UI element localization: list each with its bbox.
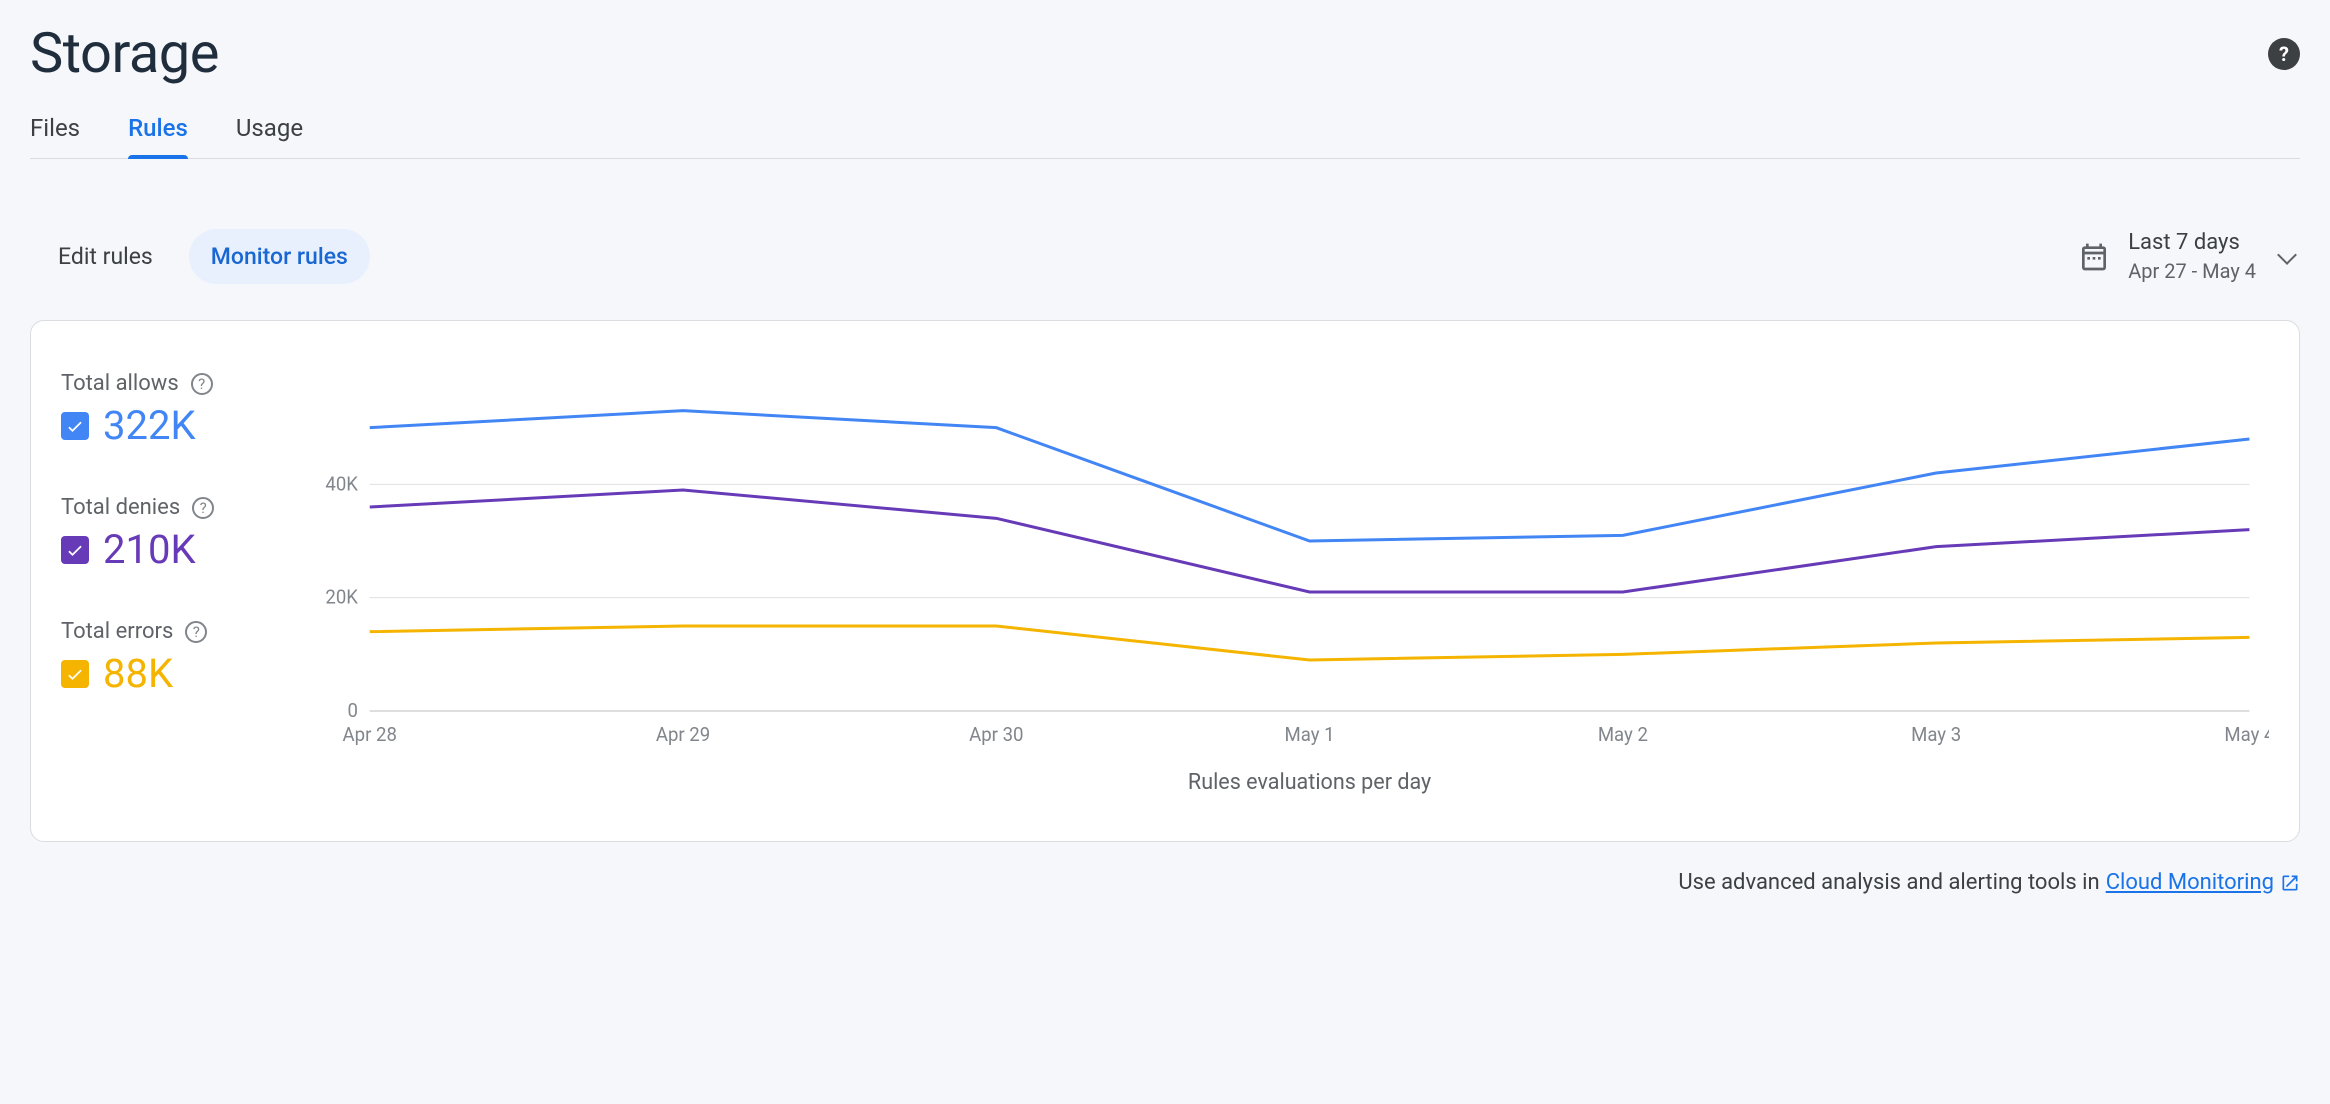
page-title: Storage	[30, 20, 219, 86]
subtab-monitor-rules[interactable]: Monitor rules	[189, 229, 370, 284]
legend-label-errors: Total errors	[61, 619, 173, 644]
svg-text:Apr 28: Apr 28	[343, 724, 397, 746]
legend-label-allows: Total allows	[61, 371, 179, 396]
tab-files[interactable]: Files	[30, 114, 80, 158]
chart-card: Total allows ? 322K Total denies ?	[30, 320, 2300, 842]
cloud-monitoring-link[interactable]: Cloud Monitoring	[2106, 870, 2300, 895]
tab-rules[interactable]: Rules	[128, 114, 188, 158]
check-icon	[65, 416, 85, 436]
svg-text:May 3: May 3	[1911, 724, 1961, 746]
legend-item-denies: Total denies ? 210K	[61, 495, 311, 573]
date-range-picker[interactable]: Last 7 days Apr 27 - May 4	[2078, 229, 2294, 284]
svg-text:20K: 20K	[325, 586, 358, 608]
external-link-icon	[2280, 873, 2300, 893]
subtab-edit-rules[interactable]: Edit rules	[36, 229, 175, 284]
svg-text:May 2: May 2	[1598, 724, 1648, 746]
legend-value-allows: 322K	[103, 402, 196, 449]
svg-text:Apr 30: Apr 30	[969, 724, 1023, 746]
svg-text:May 4: May 4	[2224, 724, 2269, 746]
legend-item-allows: Total allows ? 322K	[61, 371, 311, 449]
legend-toggle-allows[interactable]	[61, 412, 89, 440]
tab-usage[interactable]: Usage	[236, 114, 303, 158]
rules-subtabs: Edit rules Monitor rules	[36, 229, 370, 284]
legend-item-errors: Total errors ? 88K	[61, 619, 311, 697]
calendar-icon	[2078, 241, 2110, 273]
check-icon	[65, 540, 85, 560]
footer-note: Use advanced analysis and alerting tools…	[30, 870, 2300, 895]
help-icon[interactable]: ?	[191, 373, 213, 395]
help-icon[interactable]: ?	[192, 497, 214, 519]
legend-value-errors: 88K	[103, 650, 173, 697]
legend-value-denies: 210K	[103, 526, 196, 573]
date-range-value: Apr 27 - May 4	[2128, 258, 2256, 284]
legend-label-denies: Total denies	[61, 495, 180, 520]
svg-text:40K: 40K	[325, 473, 358, 495]
check-icon	[65, 664, 85, 684]
svg-text:Apr 29: Apr 29	[656, 724, 710, 746]
svg-text:Rules evaluations per day: Rules evaluations per day	[1188, 770, 1432, 795]
legend-toggle-denies[interactable]	[61, 536, 89, 564]
chevron-down-icon	[2277, 245, 2297, 265]
main-tabs: Files Rules Usage	[30, 114, 2300, 159]
chart-plot: 0 20K 40K Apr 28 Apr 29 Apr 30 May 1 May 2 May 3…	[311, 361, 2269, 801]
help-icon[interactable]: ?	[2268, 38, 2300, 70]
svg-text:May 1: May 1	[1285, 724, 1335, 746]
legend-toggle-errors[interactable]	[61, 660, 89, 688]
chart-legend: Total allows ? 322K Total denies ?	[61, 361, 311, 801]
date-range-label: Last 7 days	[2128, 229, 2256, 258]
footer-link-text: Cloud Monitoring	[2106, 870, 2274, 895]
svg-text:0: 0	[348, 700, 358, 722]
help-icon[interactable]: ?	[185, 621, 207, 643]
footer-text: Use advanced analysis and alerting tools…	[1678, 870, 2099, 895]
